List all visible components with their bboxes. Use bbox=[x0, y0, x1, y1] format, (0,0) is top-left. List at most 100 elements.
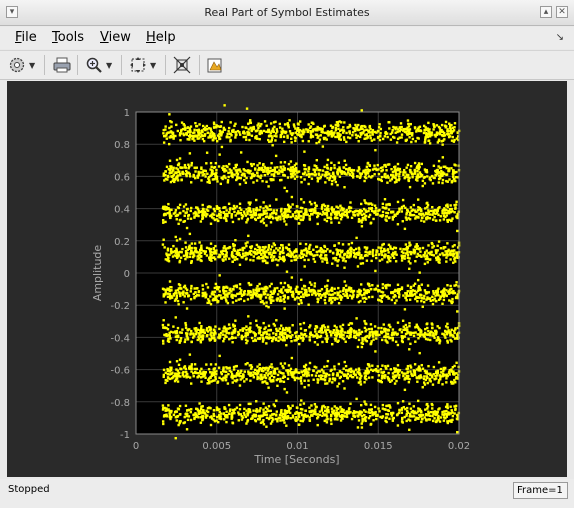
data-point bbox=[420, 299, 423, 303]
undock-icon[interactable]: ↘ bbox=[556, 32, 564, 43]
data-point bbox=[232, 365, 236, 369]
settings-button[interactable]: ▼ bbox=[8, 55, 35, 75]
data-point bbox=[449, 380, 453, 384]
data-point bbox=[448, 126, 452, 129]
zoom-button[interactable]: ▼ bbox=[85, 55, 112, 75]
data-point bbox=[345, 131, 348, 135]
data-point bbox=[262, 207, 265, 210]
data-point bbox=[245, 126, 248, 130]
data-point bbox=[172, 374, 176, 378]
data-point bbox=[251, 172, 255, 175]
data-point bbox=[315, 141, 318, 145]
data-point bbox=[426, 255, 429, 259]
dropdown-caret-icon[interactable]: ▼ bbox=[106, 61, 112, 70]
data-point bbox=[237, 249, 240, 252]
data-point bbox=[310, 203, 313, 206]
data-point bbox=[171, 255, 175, 258]
data-point bbox=[200, 367, 203, 371]
print-button[interactable] bbox=[52, 55, 72, 75]
data-point bbox=[224, 330, 228, 333]
data-point bbox=[332, 252, 335, 255]
data-point bbox=[393, 367, 396, 370]
data-point bbox=[450, 123, 453, 127]
menu-view[interactable]: View bbox=[100, 30, 131, 45]
data-point bbox=[374, 207, 378, 210]
data-point bbox=[208, 328, 212, 332]
data-point bbox=[337, 242, 341, 245]
data-point bbox=[331, 179, 334, 183]
menu-bar: File Tools View Help ↘ bbox=[0, 27, 574, 49]
data-point bbox=[175, 294, 179, 298]
data-point bbox=[407, 179, 411, 183]
data-point bbox=[338, 294, 342, 297]
data-point bbox=[282, 251, 285, 255]
data-point bbox=[385, 211, 388, 215]
data-point bbox=[326, 130, 330, 133]
data-point bbox=[298, 334, 301, 338]
data-point bbox=[445, 173, 448, 176]
data-point bbox=[244, 334, 247, 338]
data-point bbox=[174, 214, 178, 218]
pan-button[interactable] bbox=[173, 55, 191, 75]
data-point bbox=[293, 378, 297, 382]
menu-help[interactable]: Help bbox=[146, 30, 176, 45]
data-point bbox=[333, 324, 336, 328]
data-point bbox=[188, 353, 192, 356]
data-point bbox=[225, 300, 228, 303]
data-point bbox=[297, 371, 300, 374]
dropdown-caret-icon[interactable]: ▼ bbox=[150, 61, 156, 70]
data-point bbox=[281, 170, 284, 174]
data-point bbox=[212, 172, 216, 175]
data-point bbox=[330, 301, 333, 305]
data-point bbox=[358, 372, 362, 376]
data-point bbox=[307, 250, 310, 254]
data-point bbox=[344, 369, 348, 372]
menu-tools[interactable]: Tools bbox=[52, 30, 84, 45]
data-point bbox=[211, 337, 215, 340]
dropdown-caret-icon[interactable]: ▼ bbox=[29, 61, 35, 70]
data-point bbox=[357, 220, 361, 223]
data-point bbox=[212, 132, 216, 136]
data-point bbox=[251, 126, 255, 129]
data-point bbox=[362, 288, 366, 291]
data-point bbox=[178, 237, 182, 241]
data-point bbox=[210, 171, 214, 175]
data-point bbox=[377, 374, 381, 377]
data-point bbox=[198, 123, 201, 126]
data-point bbox=[415, 175, 419, 178]
close-icon[interactable]: ✕ bbox=[556, 6, 568, 18]
data-point bbox=[445, 381, 448, 384]
data-point bbox=[263, 120, 267, 123]
data-point bbox=[426, 175, 429, 178]
data-point bbox=[252, 288, 255, 292]
data-point bbox=[337, 291, 340, 294]
data-point bbox=[188, 152, 192, 155]
data-point bbox=[204, 291, 207, 294]
data-point bbox=[343, 387, 346, 390]
data-point bbox=[407, 173, 410, 177]
data-point bbox=[281, 168, 284, 171]
data-point bbox=[382, 323, 385, 326]
data-point bbox=[324, 254, 327, 257]
data-point bbox=[394, 131, 397, 134]
data-point bbox=[223, 286, 226, 290]
data-point bbox=[413, 250, 417, 253]
data-point bbox=[266, 336, 269, 340]
data-point bbox=[303, 386, 306, 389]
data-point bbox=[294, 249, 298, 252]
data-point bbox=[319, 327, 322, 330]
data-point bbox=[308, 247, 311, 250]
data-point bbox=[453, 364, 456, 368]
data-point bbox=[276, 293, 280, 296]
menu-file[interactable]: File bbox=[15, 30, 37, 45]
data-point bbox=[254, 289, 258, 292]
data-point bbox=[274, 216, 278, 220]
minimize-icon[interactable]: ▴ bbox=[540, 6, 552, 18]
export-button[interactable] bbox=[206, 55, 224, 75]
data-point bbox=[316, 176, 319, 180]
data-point bbox=[172, 212, 176, 215]
data-point bbox=[274, 139, 277, 142]
data-point bbox=[428, 258, 431, 261]
autoscale-button[interactable]: ▼ bbox=[129, 55, 156, 75]
data-point bbox=[388, 202, 391, 206]
